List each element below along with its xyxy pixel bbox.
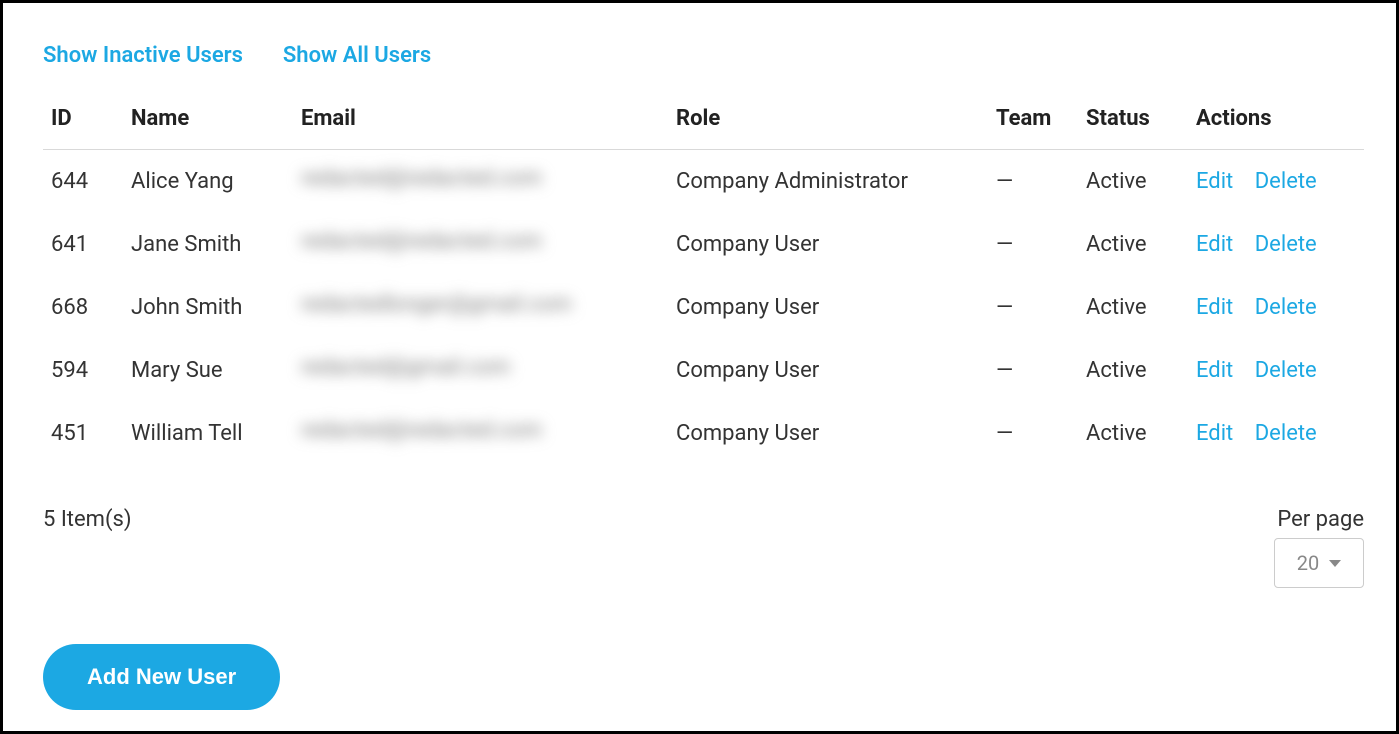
delete-link[interactable]: Delete bbox=[1255, 358, 1317, 383]
col-header-email: Email bbox=[293, 96, 668, 150]
users-table: ID Name Email Role Team Status Actions 6… bbox=[43, 96, 1364, 465]
cell-status: Active bbox=[1078, 276, 1188, 339]
cell-team: — bbox=[988, 150, 1078, 214]
table-row: 668 John Smith redactedlonger@gmail.com … bbox=[43, 276, 1364, 339]
cell-name: William Tell bbox=[123, 402, 293, 465]
delete-link[interactable]: Delete bbox=[1255, 232, 1317, 257]
cell-id: 451 bbox=[43, 402, 123, 465]
col-header-role: Role bbox=[668, 96, 988, 150]
cell-name: Jane Smith bbox=[123, 213, 293, 276]
edit-link[interactable]: Edit bbox=[1196, 358, 1233, 383]
show-inactive-users-link[interactable]: Show Inactive Users bbox=[43, 43, 243, 68]
edit-link[interactable]: Edit bbox=[1196, 169, 1233, 194]
cell-email: redacted@gmail.com bbox=[293, 339, 668, 402]
cell-email: redactedlonger@gmail.com bbox=[293, 276, 668, 339]
cell-actions: Edit Delete bbox=[1188, 213, 1364, 276]
email-blurred: redacted@redacted.com bbox=[301, 166, 542, 191]
edit-link[interactable]: Edit bbox=[1196, 421, 1233, 446]
delete-link[interactable]: Delete bbox=[1255, 169, 1317, 194]
cell-team: — bbox=[988, 402, 1078, 465]
col-header-name: Name bbox=[123, 96, 293, 150]
per-page-control: Per page 20 bbox=[1274, 507, 1364, 588]
cell-name: Mary Sue bbox=[123, 339, 293, 402]
table-header-row: ID Name Email Role Team Status Actions bbox=[43, 96, 1364, 150]
table-row: 451 William Tell redacted@redacted.com C… bbox=[43, 402, 1364, 465]
cell-role: Company Administrator bbox=[668, 150, 988, 214]
page-frame: Show Inactive Users Show All Users ID Na… bbox=[0, 0, 1399, 734]
col-header-status: Status bbox=[1078, 96, 1188, 150]
caret-down-icon bbox=[1329, 560, 1341, 567]
cell-actions: Edit Delete bbox=[1188, 402, 1364, 465]
delete-link[interactable]: Delete bbox=[1255, 421, 1317, 446]
items-count: 5 Item(s) bbox=[43, 507, 132, 532]
cell-email: redacted@redacted.com bbox=[293, 402, 668, 465]
cell-actions: Edit Delete bbox=[1188, 276, 1364, 339]
delete-link[interactable]: Delete bbox=[1255, 295, 1317, 320]
cell-name: Alice Yang bbox=[123, 150, 293, 214]
cell-id: 594 bbox=[43, 339, 123, 402]
cell-team: — bbox=[988, 276, 1078, 339]
email-blurred: redacted@redacted.com bbox=[301, 418, 542, 443]
col-header-actions: Actions bbox=[1188, 96, 1364, 150]
edit-link[interactable]: Edit bbox=[1196, 295, 1233, 320]
cell-role: Company User bbox=[668, 213, 988, 276]
cell-role: Company User bbox=[668, 276, 988, 339]
per-page-select[interactable]: 20 bbox=[1274, 538, 1364, 588]
email-blurred: redacted@redacted.com bbox=[301, 229, 542, 254]
cell-team: — bbox=[988, 339, 1078, 402]
cell-actions: Edit Delete bbox=[1188, 339, 1364, 402]
cell-status: Active bbox=[1078, 339, 1188, 402]
col-header-team: Team bbox=[988, 96, 1078, 150]
email-blurred: redactedlonger@gmail.com bbox=[301, 292, 572, 317]
cell-id: 668 bbox=[43, 276, 123, 339]
cell-actions: Edit Delete bbox=[1188, 150, 1364, 214]
table-footer: 5 Item(s) Per page 20 bbox=[43, 507, 1364, 588]
email-blurred: redacted@gmail.com bbox=[301, 355, 510, 380]
cell-status: Active bbox=[1078, 402, 1188, 465]
filter-links: Show Inactive Users Show All Users bbox=[43, 43, 1364, 68]
edit-link[interactable]: Edit bbox=[1196, 232, 1233, 257]
cell-status: Active bbox=[1078, 213, 1188, 276]
per-page-value: 20 bbox=[1297, 551, 1319, 575]
table-row: 644 Alice Yang redacted@redacted.com Com… bbox=[43, 150, 1364, 214]
cell-role: Company User bbox=[668, 339, 988, 402]
col-header-id: ID bbox=[43, 96, 123, 150]
table-row: 641 Jane Smith redacted@redacted.com Com… bbox=[43, 213, 1364, 276]
add-new-user-button[interactable]: Add New User bbox=[43, 644, 280, 710]
cell-name: John Smith bbox=[123, 276, 293, 339]
cell-email: redacted@redacted.com bbox=[293, 213, 668, 276]
table-row: 594 Mary Sue redacted@gmail.com Company … bbox=[43, 339, 1364, 402]
cell-email: redacted@redacted.com bbox=[293, 150, 668, 214]
cell-id: 641 bbox=[43, 213, 123, 276]
per-page-label: Per page bbox=[1274, 507, 1364, 532]
cell-id: 644 bbox=[43, 150, 123, 214]
cell-role: Company User bbox=[668, 402, 988, 465]
cell-team: — bbox=[988, 213, 1078, 276]
show-all-users-link[interactable]: Show All Users bbox=[283, 43, 431, 68]
cell-status: Active bbox=[1078, 150, 1188, 214]
